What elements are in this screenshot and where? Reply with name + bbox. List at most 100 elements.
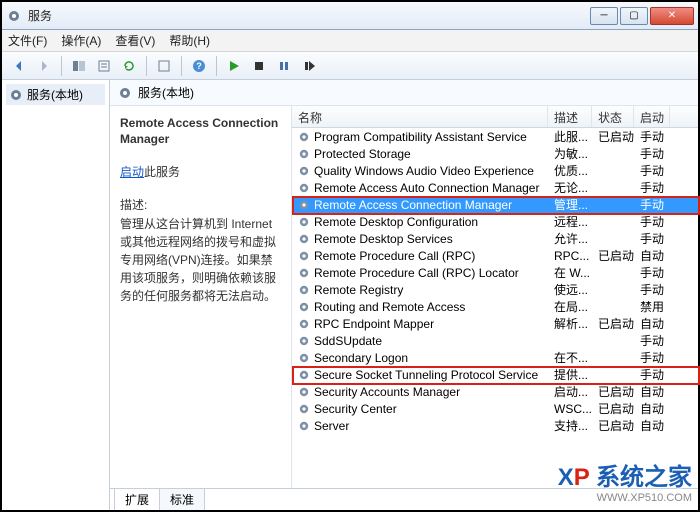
detail-title: Remote Access Connection Manager [120, 116, 281, 147]
service-name: Routing and Remote Access [314, 300, 465, 314]
svg-text:?: ? [196, 61, 202, 71]
service-startup: 手动 [640, 196, 664, 213]
tab-standard[interactable]: 标准 [159, 488, 205, 510]
service-startup: 手动 [640, 281, 664, 298]
restart-service-button[interactable] [298, 55, 320, 77]
gear-icon [9, 88, 23, 102]
start-link[interactable]: 启动 [120, 165, 144, 179]
col-desc[interactable]: 描述 [548, 106, 592, 127]
col-startup[interactable]: 启动 [634, 106, 670, 127]
service-startup: 手动 [640, 366, 664, 383]
service-name: Security Center [314, 402, 397, 416]
service-name: SddSUpdate [314, 334, 382, 348]
properties-button[interactable] [93, 55, 115, 77]
minimize-button[interactable]: ─ [590, 7, 618, 25]
service-desc: 无论... [554, 179, 588, 196]
toolbar: ? [2, 52, 698, 80]
service-status: 已启动 [598, 417, 634, 434]
back-button[interactable] [8, 55, 30, 77]
service-row[interactable]: Remote Procedure Call (RPC) Locator在 W..… [292, 264, 698, 281]
service-status: 已启动 [598, 315, 634, 332]
service-desc: 使远... [554, 281, 588, 298]
service-startup: 手动 [640, 332, 664, 349]
service-status: 已启动 [598, 247, 634, 264]
right-header: 服务(本地) [110, 80, 698, 106]
service-desc: 为敏... [554, 145, 588, 162]
service-desc: RPC... [554, 249, 589, 263]
service-row[interactable]: Security CenterWSC...已启动自动 [292, 400, 698, 417]
service-desc: 允许... [554, 230, 588, 247]
service-row[interactable]: Remote Access Connection Manager管理...手动 [292, 196, 698, 213]
service-desc: 此服... [554, 128, 588, 145]
desc-text: 管理从这台计算机到 Internet 或其他远程网络的拨号和虚拟专用网络(VPN… [120, 215, 281, 305]
service-row[interactable]: RPC Endpoint Mapper解析...已启动自动 [292, 315, 698, 332]
pause-service-button[interactable] [273, 55, 295, 77]
col-name[interactable]: 名称 [292, 106, 548, 127]
menu-view[interactable]: 查看(V) [115, 32, 155, 49]
service-row[interactable]: Secondary Logon在不...手动 [292, 349, 698, 366]
service-name: Protected Storage [314, 147, 411, 161]
service-status: 已启动 [598, 383, 634, 400]
desc-label: 描述: [120, 196, 281, 213]
service-desc: 在局... [554, 298, 588, 315]
service-desc: 在不... [554, 349, 588, 366]
help-button[interactable]: ? [188, 55, 210, 77]
service-row[interactable]: Remote Access Auto Connection Manager 无论.… [292, 179, 698, 196]
stop-service-button[interactable] [248, 55, 270, 77]
service-row[interactable]: Remote Desktop Services允许...手动 [292, 230, 698, 247]
service-startup: 手动 [640, 128, 664, 145]
service-name: Program Compatibility Assistant Service [314, 130, 527, 144]
service-startup: 禁用 [640, 298, 664, 315]
col-status[interactable]: 状态 [592, 106, 634, 127]
service-startup: 手动 [640, 179, 664, 196]
service-row[interactable]: Server支持...已启动自动 [292, 417, 698, 434]
close-button[interactable]: ✕ [650, 7, 694, 25]
service-desc: 启动... [554, 383, 588, 400]
bottom-tabs: 扩展 标准 [110, 488, 698, 510]
service-name: Remote Desktop Services [314, 232, 453, 246]
service-startup: 自动 [640, 247, 664, 264]
service-row[interactable]: Quality Windows Audio Video Experience优质… [292, 162, 698, 179]
service-row[interactable]: Routing and Remote Access 在局... 禁用 [292, 298, 698, 315]
service-startup: 手动 [640, 162, 664, 179]
start-service-button[interactable] [223, 55, 245, 77]
service-row[interactable]: Secure Socket Tunneling Protocol Service… [292, 366, 698, 383]
service-desc: 管理... [554, 196, 588, 213]
tab-extended[interactable]: 扩展 [114, 488, 160, 510]
service-startup: 手动 [640, 213, 664, 230]
service-row[interactable]: Program Compatibility Assistant Service 此… [292, 128, 698, 145]
service-name: Remote Access Auto Connection Manager [314, 181, 539, 195]
service-row[interactable]: Security Accounts Manager 启动... 已启动自动 [292, 383, 698, 400]
service-row[interactable]: Protected Storage 为敏... 手动 [292, 145, 698, 162]
service-name: RPC Endpoint Mapper [314, 317, 434, 331]
service-row[interactable]: SddSUpdate 手动 [292, 332, 698, 349]
tree-root[interactable]: 服务(本地) [6, 84, 105, 105]
service-startup: 手动 [640, 145, 664, 162]
service-name: Secondary Logon [314, 351, 408, 365]
maximize-button[interactable]: ▢ [620, 7, 648, 25]
show-hide-button[interactable] [68, 55, 90, 77]
window-title: 服务 [28, 7, 590, 24]
menu-file[interactable]: 文件(F) [8, 32, 47, 49]
menubar: 文件(F) 操作(A) 查看(V) 帮助(H) [2, 30, 698, 52]
menu-action[interactable]: 操作(A) [61, 32, 101, 49]
list-header: 名称 描述 状态 启动 [292, 106, 698, 128]
tree-pane: 服务(本地) [2, 80, 110, 510]
service-name: Remote Procedure Call (RPC) [314, 249, 475, 263]
forward-button[interactable] [33, 55, 55, 77]
refresh-button[interactable] [118, 55, 140, 77]
service-name: Security Accounts Manager [314, 385, 460, 399]
service-row[interactable]: Remote Registry使远...手动 [292, 281, 698, 298]
service-desc: 提供... [554, 366, 588, 383]
service-desc: 支持... [554, 417, 588, 434]
service-row[interactable]: Remote Desktop Configuration远程...手动 [292, 213, 698, 230]
export-button[interactable] [153, 55, 175, 77]
service-desc: 优质... [554, 162, 588, 179]
menu-help[interactable]: 帮助(H) [169, 32, 210, 49]
service-name: Server [314, 419, 349, 433]
service-row[interactable]: Remote Procedure Call (RPC) RPC... 已启动自动 [292, 247, 698, 264]
service-desc: 远程... [554, 213, 588, 230]
service-startup: 自动 [640, 400, 664, 417]
service-startup: 自动 [640, 383, 664, 400]
detail-pane: Remote Access Connection Manager 启动此服务 描… [110, 106, 292, 488]
